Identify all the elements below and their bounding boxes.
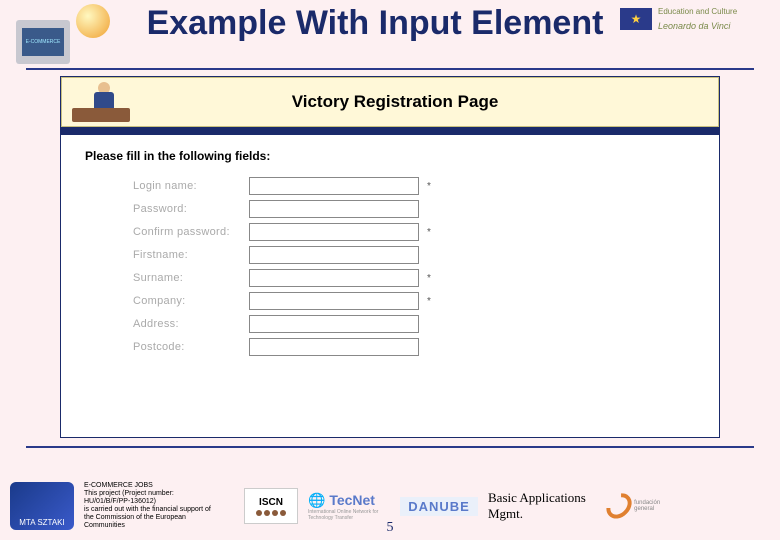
header-right-logos: ★ Education and Culture Leonardo da Vinc… — [620, 4, 770, 31]
divider-top — [26, 68, 754, 70]
page-number: 5 — [387, 520, 394, 536]
input-confirm-password[interactable] — [249, 223, 419, 241]
input-firstname[interactable] — [249, 246, 419, 264]
required-star: * — [427, 227, 431, 238]
danube-logo: DANUBE — [400, 497, 478, 516]
tecnet-logo: 🌐 TecNet International Online Network fo… — [308, 492, 390, 521]
label-surname: Surname: — [133, 272, 243, 284]
required-star: * — [427, 296, 431, 307]
registration-page-title: Victory Registration Page — [152, 92, 718, 112]
registration-banner: Victory Registration Page — [61, 77, 719, 127]
field-row-company: Company: * — [85, 292, 695, 310]
mta-sztaki-logo: MTA SZTAKI — [10, 482, 74, 530]
fundacion-general-logo: fundación general — [608, 492, 668, 520]
field-row-firstname: Firstname: — [85, 246, 695, 264]
input-address[interactable] — [249, 315, 419, 333]
label-confirm-password: Confirm password: — [133, 226, 243, 238]
input-login[interactable] — [249, 177, 419, 195]
label-postcode: Postcode: — [133, 341, 243, 353]
required-star: * — [427, 273, 431, 284]
label-firstname: Firstname: — [133, 249, 243, 261]
iscn-logo: ISCN — [244, 488, 298, 524]
label-company: Company: — [133, 295, 243, 307]
basic-applications-label: Basic Applications Mgmt. — [488, 490, 598, 521]
field-row-login: Login name: * — [85, 177, 695, 195]
label-login: Login name: — [133, 180, 243, 192]
field-row-address: Address: — [85, 315, 695, 333]
field-row-confirm: Confirm password: * — [85, 223, 695, 241]
field-row-password: Password: — [85, 200, 695, 218]
label-password: Password: — [133, 203, 243, 215]
input-password[interactable] — [249, 200, 419, 218]
input-surname[interactable] — [249, 269, 419, 287]
field-row-surname: Surname: * — [85, 269, 695, 287]
field-row-postcode: Postcode: — [85, 338, 695, 356]
registration-form: Please fill in the following fields: Log… — [61, 135, 719, 437]
required-star: * — [427, 181, 431, 192]
input-company[interactable] — [249, 292, 419, 310]
ecommerce-globe-icon: E-COMMERCE — [10, 4, 130, 64]
embedded-page-screenshot: Victory Registration Page Please fill in… — [60, 76, 720, 438]
eu-flag-icon: ★ — [620, 8, 652, 30]
input-postcode[interactable] — [249, 338, 419, 356]
person-at-desk-icon — [72, 82, 132, 122]
project-disclaimer: E-COMMERCE JOBS This project (Project nu… — [84, 482, 234, 530]
slide-title: Example With Input Element — [130, 4, 620, 42]
education-culture-label: Education and Culture — [658, 8, 737, 17]
divider-bottom — [26, 446, 754, 448]
form-instruction: Please fill in the following fields: — [85, 149, 695, 163]
leonardo-label: Leonardo da Vinci — [658, 21, 737, 31]
label-address: Address: — [133, 318, 243, 330]
